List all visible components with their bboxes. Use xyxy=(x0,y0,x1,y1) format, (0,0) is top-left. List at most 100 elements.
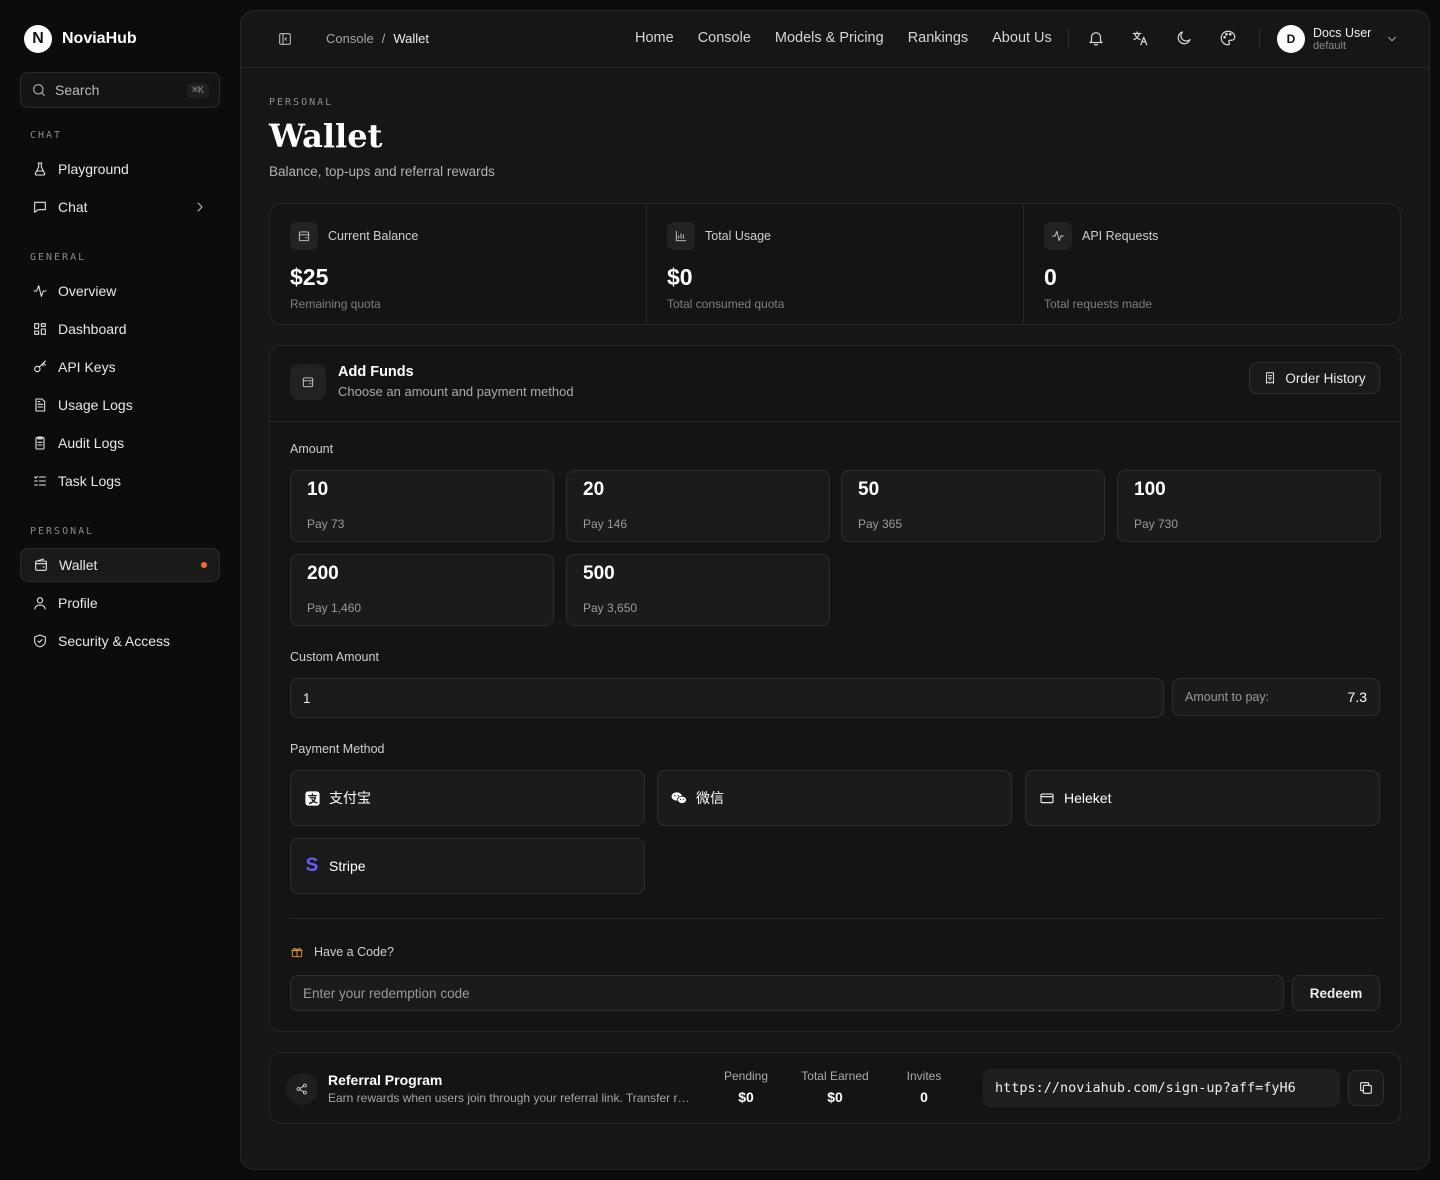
search-icon xyxy=(33,84,45,96)
sidebar-item-security-access[interactable]: Security & Access xyxy=(20,624,220,658)
stat-sub: Total requests made xyxy=(1044,297,1153,311)
redemption-code-placeholder: Enter your redemption code xyxy=(303,985,470,1001)
user-group: default xyxy=(1313,39,1347,52)
referral-subtitle: Earn rewards when users join through you… xyxy=(328,1091,690,1105)
sidebar-item-usage-logs[interactable]: Usage Logs xyxy=(20,388,220,422)
copy-link-button[interactable] xyxy=(1348,1070,1384,1106)
payment-method-wechat[interactable]: 微信 xyxy=(657,770,1012,826)
redeem-button[interactable]: Redeem xyxy=(1292,975,1380,1011)
amount-to-pay-value: 7.3 xyxy=(1347,689,1367,705)
payment-method-alipay[interactable]: 支付宝 xyxy=(290,770,645,826)
sidebar-item-dashboard[interactable]: Dashboard xyxy=(20,312,220,346)
sidebar-item-audit-logs[interactable]: Audit Logs xyxy=(20,426,220,460)
amount-option-10[interactable]: 10 Pay 73 xyxy=(290,470,554,542)
sidebar-item-label: API Keys xyxy=(58,359,116,375)
moon-icon[interactable] xyxy=(1175,29,1193,47)
referral-metric-total-earned: Total Earned $0 xyxy=(798,1069,872,1105)
redeem-code-label: Have a Code? xyxy=(290,945,394,959)
sidebar-item-label: Task Logs xyxy=(58,473,122,489)
amount-value: 200 xyxy=(307,563,339,584)
custom-amount-input[interactable]: 1 xyxy=(290,678,1164,718)
amount-pay: Pay 73 xyxy=(307,517,345,531)
alipay-icon xyxy=(303,789,321,807)
sidebar-item-profile[interactable]: Profile xyxy=(20,586,220,620)
amount-pay: Pay 146 xyxy=(583,517,628,531)
sidebar-item-task-logs[interactable]: Task Logs xyxy=(20,464,220,498)
amount-to-pay: Amount to pay: 7.3 xyxy=(1172,678,1380,716)
add-funds-card: Add Funds Choose an amount and payment m… xyxy=(269,345,1401,1032)
amount-option-200[interactable]: 200 Pay 1,460 xyxy=(290,554,554,626)
referral-link[interactable]: https://noviahub.com/sign-up?aff=fyH6 xyxy=(983,1069,1340,1107)
avatar: D xyxy=(1277,25,1305,53)
amount-value: 20 xyxy=(583,479,605,500)
metric-label: Pending xyxy=(723,1069,769,1083)
order-history-button[interactable]: Order History xyxy=(1249,362,1380,394)
brand[interactable]: N NoviaHub xyxy=(24,25,137,53)
custom-amount-label: Custom Amount xyxy=(290,650,379,664)
palette-icon[interactable] xyxy=(1219,29,1237,47)
sidebar-item-label: Profile xyxy=(58,595,98,611)
stat-total-usage: Total Usage $0 Total consumed quota xyxy=(646,204,1023,324)
nav-link-about-us[interactable]: About Us xyxy=(992,30,1052,46)
amount-option-100[interactable]: 100 Pay 730 xyxy=(1117,470,1381,542)
page-subtitle: Balance, top-ups and referral rewards xyxy=(269,164,495,179)
nav-link-rankings[interactable]: Rankings xyxy=(908,30,968,46)
amount-option-20[interactable]: 20 Pay 146 xyxy=(566,470,830,542)
nav-link-models-pricing[interactable]: Models & Pricing xyxy=(775,30,884,46)
amount-pay: Pay 1,460 xyxy=(307,601,362,615)
grid-icon xyxy=(34,323,46,335)
sidebar-item-overview[interactable]: Overview xyxy=(20,274,220,308)
user-menu[interactable]: D Docs User default xyxy=(1277,25,1399,53)
sidebar-item-label: Dashboard xyxy=(58,321,127,337)
amount-value: 500 xyxy=(583,563,615,584)
payment-method-heleket[interactable]: Heleket xyxy=(1025,770,1380,826)
share-icon xyxy=(286,1073,318,1105)
breadcrumb-parent[interactable]: Console xyxy=(326,31,374,46)
add-funds-title: Add Funds xyxy=(338,364,414,380)
sidebar-item-chat[interactable]: Chat xyxy=(20,190,220,224)
sidebar-item-api-keys[interactable]: API Keys xyxy=(20,350,220,384)
bell-icon[interactable] xyxy=(1087,29,1105,47)
nav-link-console[interactable]: Console xyxy=(698,30,751,46)
flask-icon xyxy=(34,162,46,176)
redemption-code-input[interactable]: Enter your redemption code xyxy=(290,975,1284,1011)
payment-method-stripe[interactable]: S Stripe xyxy=(290,838,645,894)
message-icon xyxy=(34,201,46,213)
amount-option-500[interactable]: 500 Pay 3,650 xyxy=(566,554,830,626)
stat-value: 0 xyxy=(1044,264,1057,290)
metric-value: $0 xyxy=(827,1089,843,1105)
nav-link-home[interactable]: Home xyxy=(635,30,674,46)
stat-current-balance: Current Balance $25 Remaining quota xyxy=(270,204,646,324)
translate-icon[interactable] xyxy=(1131,29,1149,47)
list-check-icon xyxy=(34,475,46,486)
sidebar-item-wallet[interactable]: Wallet xyxy=(20,548,220,582)
sidebar-toggle-icon[interactable] xyxy=(277,31,293,47)
referral-card: Referral Program Earn rewards when users… xyxy=(269,1052,1401,1124)
amount-pay: Pay 730 xyxy=(1134,517,1179,531)
order-history-label: Order History xyxy=(1285,370,1366,386)
metric-label: Invites xyxy=(906,1069,942,1083)
active-indicator-dot xyxy=(201,562,207,568)
chevron-down-icon xyxy=(1388,36,1397,42)
breadcrumb-separator: / xyxy=(381,31,386,46)
amount-to-pay-label: Amount to pay: xyxy=(1185,690,1270,704)
amount-pay: Pay 3,650 xyxy=(583,601,638,615)
section-label-personal: PERSONAL xyxy=(30,526,95,537)
clipboard-icon xyxy=(35,436,45,450)
amount-option-50[interactable]: 50 Pay 365 xyxy=(841,470,1105,542)
referral-title: Referral Program xyxy=(328,1072,443,1088)
section-label-general: GENERAL xyxy=(30,252,87,263)
redeem-button-label: Redeem xyxy=(1309,985,1363,1001)
amount-value: 100 xyxy=(1134,479,1166,500)
sidebar-item-playground[interactable]: Playground xyxy=(20,152,220,186)
key-icon xyxy=(34,360,46,373)
main-panel: Console / Wallet Home Console Models & P… xyxy=(240,10,1430,1170)
copy-icon xyxy=(1360,1082,1372,1094)
credit-card-icon xyxy=(1038,789,1056,807)
wallet-icon xyxy=(290,364,326,400)
sidebar-item-label: Chat xyxy=(58,199,88,215)
amount-label: Amount xyxy=(290,442,334,456)
top-actions xyxy=(1087,29,1237,47)
search-input[interactable]: Search ⌘K xyxy=(20,72,220,108)
brand-logo: N xyxy=(24,25,52,53)
